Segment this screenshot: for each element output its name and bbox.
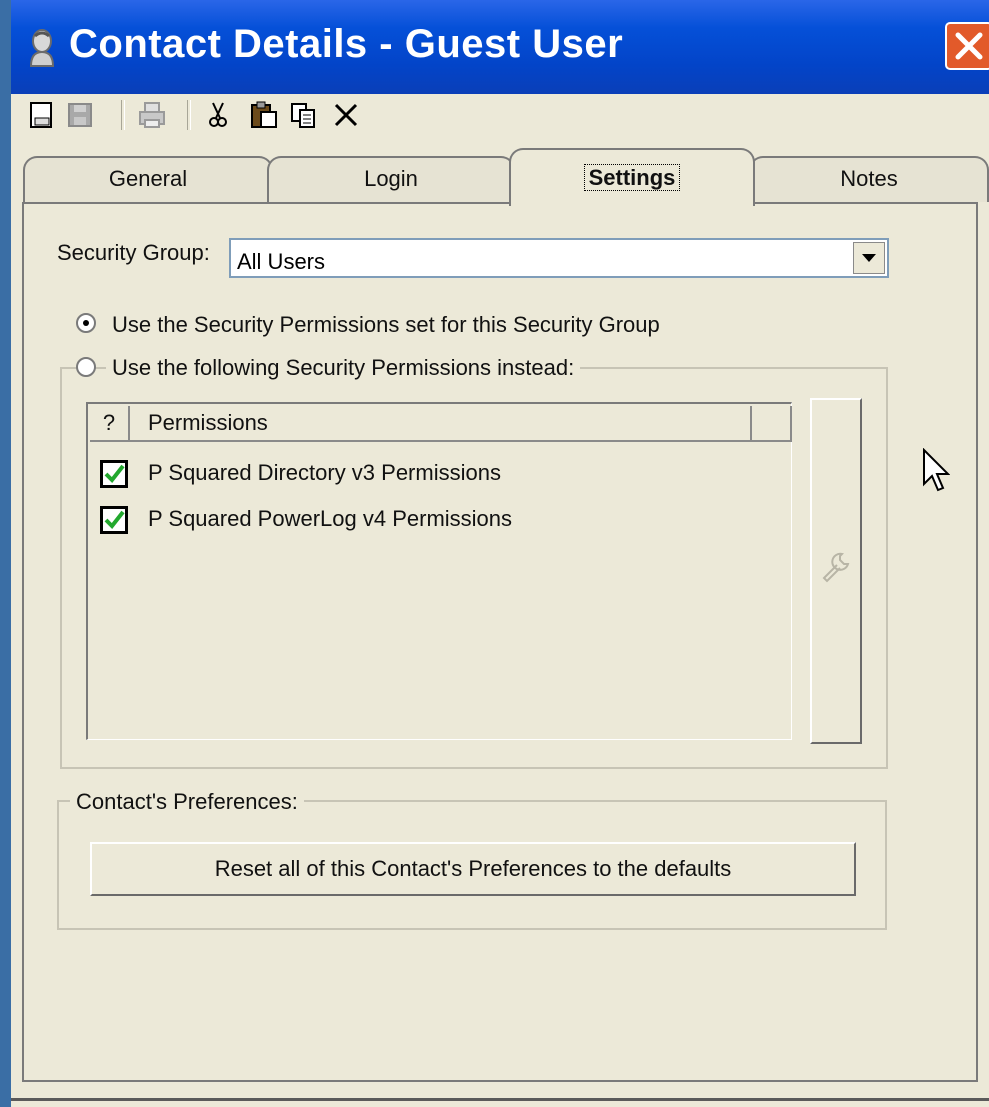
column-header-extra[interactable] bbox=[752, 406, 792, 442]
edit-permission-button[interactable] bbox=[810, 398, 862, 744]
window-title: Contact Details - Guest User bbox=[69, 22, 624, 66]
tab-login[interactable]: Login bbox=[267, 156, 515, 202]
permission-label: P Squared Directory v3 Permissions bbox=[148, 460, 501, 485]
cut-button[interactable] bbox=[203, 100, 233, 130]
radio-group-permissions[interactable] bbox=[76, 313, 96, 333]
title-bar[interactable]: Contact Details - Guest User bbox=[11, 0, 989, 94]
toolbar-separator bbox=[121, 100, 125, 130]
contact-details-window: Contact Details - Guest User General Log… bbox=[0, 0, 989, 1107]
copy-icon bbox=[291, 103, 315, 128]
reset-preferences-button[interactable]: Reset all of this Contact's Preferences … bbox=[90, 842, 856, 896]
permissions-list[interactable]: ? Permissions P Squared Directory v3 Per… bbox=[86, 402, 792, 740]
wrench-icon bbox=[822, 552, 850, 583]
security-group-label: Security Group: bbox=[57, 240, 210, 265]
save-icon bbox=[68, 103, 92, 127]
radio-following-permissions[interactable] bbox=[76, 357, 96, 377]
tab-settings[interactable]: Settings bbox=[509, 148, 755, 206]
preferences-group-label: Contact's Preferences: bbox=[70, 789, 304, 815]
window-left-border bbox=[0, 0, 11, 1107]
dropdown-arrow-button[interactable] bbox=[853, 242, 885, 274]
checkmark-icon bbox=[104, 510, 125, 530]
paste-button[interactable] bbox=[249, 100, 279, 130]
tab-notes[interactable]: Notes bbox=[749, 156, 989, 202]
new-icon bbox=[30, 102, 52, 128]
close-x-icon bbox=[955, 32, 983, 60]
security-group-value: All Users bbox=[237, 249, 326, 274]
delete-icon bbox=[334, 103, 358, 127]
delete-button[interactable] bbox=[331, 100, 361, 130]
permission-checkbox[interactable] bbox=[100, 460, 128, 488]
radio-following-permissions-label[interactable]: Use the following Security Permissions i… bbox=[106, 355, 581, 381]
close-button[interactable] bbox=[945, 22, 989, 70]
paste-icon bbox=[251, 101, 277, 128]
mouse-cursor-icon bbox=[923, 448, 950, 492]
tab-login-label: Login bbox=[364, 166, 418, 191]
security-group-dropdown[interactable]: All Users bbox=[229, 238, 889, 278]
contact-bust-icon bbox=[29, 29, 55, 67]
toolbar-separator bbox=[187, 100, 191, 130]
chevron-down-icon bbox=[862, 254, 876, 262]
save-button[interactable] bbox=[65, 100, 95, 130]
toolbar bbox=[11, 94, 989, 134]
radio-group-permissions-label[interactable]: Use the Security Permissions set for thi… bbox=[112, 312, 660, 338]
cut-icon bbox=[209, 102, 227, 127]
tab-general[interactable]: General bbox=[23, 156, 273, 202]
checkmark-icon bbox=[104, 464, 125, 484]
column-header-check[interactable]: ? bbox=[90, 406, 130, 442]
column-header-permissions[interactable]: Permissions bbox=[130, 406, 752, 442]
window-bottom-border bbox=[11, 1098, 989, 1101]
permission-checkbox[interactable] bbox=[100, 506, 128, 534]
print-icon bbox=[139, 102, 165, 128]
new-button[interactable] bbox=[27, 100, 57, 130]
tab-settings-label: Settings bbox=[583, 164, 681, 191]
permissions-list-header: ? Permissions bbox=[90, 406, 792, 442]
tab-strip: General Login Settings Notes bbox=[11, 148, 989, 206]
tab-general-label: General bbox=[108, 166, 188, 191]
permission-label: P Squared PowerLog v4 Permissions bbox=[148, 506, 513, 531]
tab-notes-label: Notes bbox=[840, 166, 898, 191]
print-button[interactable] bbox=[137, 100, 167, 130]
radio-selected-dot bbox=[83, 320, 89, 326]
copy-button[interactable] bbox=[289, 100, 319, 130]
